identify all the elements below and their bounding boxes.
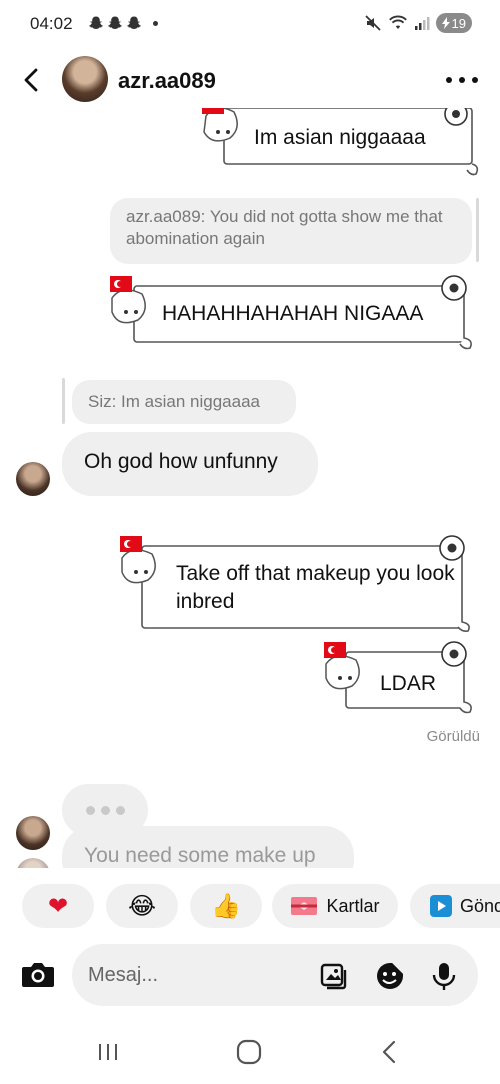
avatar[interactable]	[16, 858, 50, 868]
microphone-icon[interactable]	[428, 960, 460, 992]
reply-quote[interactable]: azr.aa089: You did not gotta show me tha…	[110, 198, 472, 264]
more-notifications-dot	[153, 20, 158, 26]
gift-card-icon	[291, 897, 318, 915]
camera-icon[interactable]	[18, 955, 58, 995]
sticker-message[interactable]: Im asian niggaaaa	[196, 108, 486, 180]
sticker-message[interactable]: HAHAHHAHAHAH NIGAAA	[104, 272, 486, 352]
play-icon	[430, 895, 452, 917]
reply-quote[interactable]: Siz: Im asian niggaaaa	[72, 380, 296, 424]
system-navigation-bar	[0, 1020, 500, 1084]
message-input-container	[72, 944, 478, 1006]
sticker-caption: HAHAHHAHAHAH NIGAAA	[162, 302, 424, 325]
mute-icon	[364, 15, 381, 31]
more-options-icon[interactable]	[446, 66, 478, 94]
reply-indicator	[62, 378, 65, 424]
incoming-message[interactable]: You need some make up	[62, 826, 354, 868]
home-icon[interactable]	[231, 1034, 267, 1070]
cards-button[interactable]: Kartlar	[272, 884, 398, 928]
message-thread: Im asian niggaaaa azr.aa089: You did not…	[0, 108, 500, 868]
cards-label: Kartlar	[326, 895, 380, 916]
snapchat-icon	[108, 16, 122, 29]
sticker-caption: Im asian niggaaaa	[254, 126, 426, 149]
incoming-message[interactable]: Oh god how unfunny	[62, 432, 318, 496]
sticker-message[interactable]: LDAR	[322, 638, 486, 714]
heart-reaction-button[interactable]: ❤	[22, 884, 94, 928]
back-arrow-icon[interactable]	[18, 66, 46, 94]
sticker-message[interactable]: Take off that makeup you look inbred	[118, 532, 486, 632]
battery-level: 19	[451, 15, 466, 31]
status-time: 04:02	[30, 14, 73, 33]
reply-indicator	[476, 198, 479, 262]
send-label: Gönd	[460, 895, 500, 916]
recent-apps-icon[interactable]	[90, 1034, 126, 1070]
notification-icons	[88, 15, 158, 31]
avatar[interactable]	[16, 816, 50, 850]
laugh-reaction-button[interactable]: 😂	[106, 884, 178, 928]
sticker-icon[interactable]	[374, 960, 406, 992]
laughing-face-icon: 😂	[127, 892, 157, 920]
chat-header: azr.aa089	[0, 52, 500, 108]
signal-icon	[414, 17, 430, 30]
message-composer	[18, 944, 480, 1006]
sticker-caption: LDAR	[380, 672, 437, 695]
heart-icon: ❤	[47, 892, 69, 920]
avatar[interactable]	[16, 462, 50, 496]
status-bar: 04:02 19	[0, 0, 500, 50]
wifi-icon	[388, 15, 407, 29]
seen-status: Görüldü	[426, 728, 480, 745]
gallery-icon[interactable]	[318, 960, 350, 992]
thumbs-up-icon: 👍	[211, 892, 241, 920]
snapchat-icon	[127, 16, 141, 29]
snapchat-icon	[89, 16, 103, 29]
chat-username[interactable]: azr.aa089	[118, 68, 216, 94]
send-button[interactable]: Gönd	[410, 884, 500, 928]
avatar[interactable]	[62, 56, 108, 102]
quick-reply-row: ❤ 😂 👍 Kartlar Gönd	[0, 880, 500, 932]
message-input[interactable]	[88, 962, 298, 988]
sticker-caption: Take off that makeup you look inbred	[176, 562, 455, 613]
battery-indicator: 19	[435, 13, 472, 33]
status-right: 19	[364, 13, 472, 33]
charging-icon	[441, 17, 450, 29]
back-icon[interactable]	[372, 1034, 408, 1070]
thumbs-up-reaction-button[interactable]: 👍	[190, 884, 262, 928]
